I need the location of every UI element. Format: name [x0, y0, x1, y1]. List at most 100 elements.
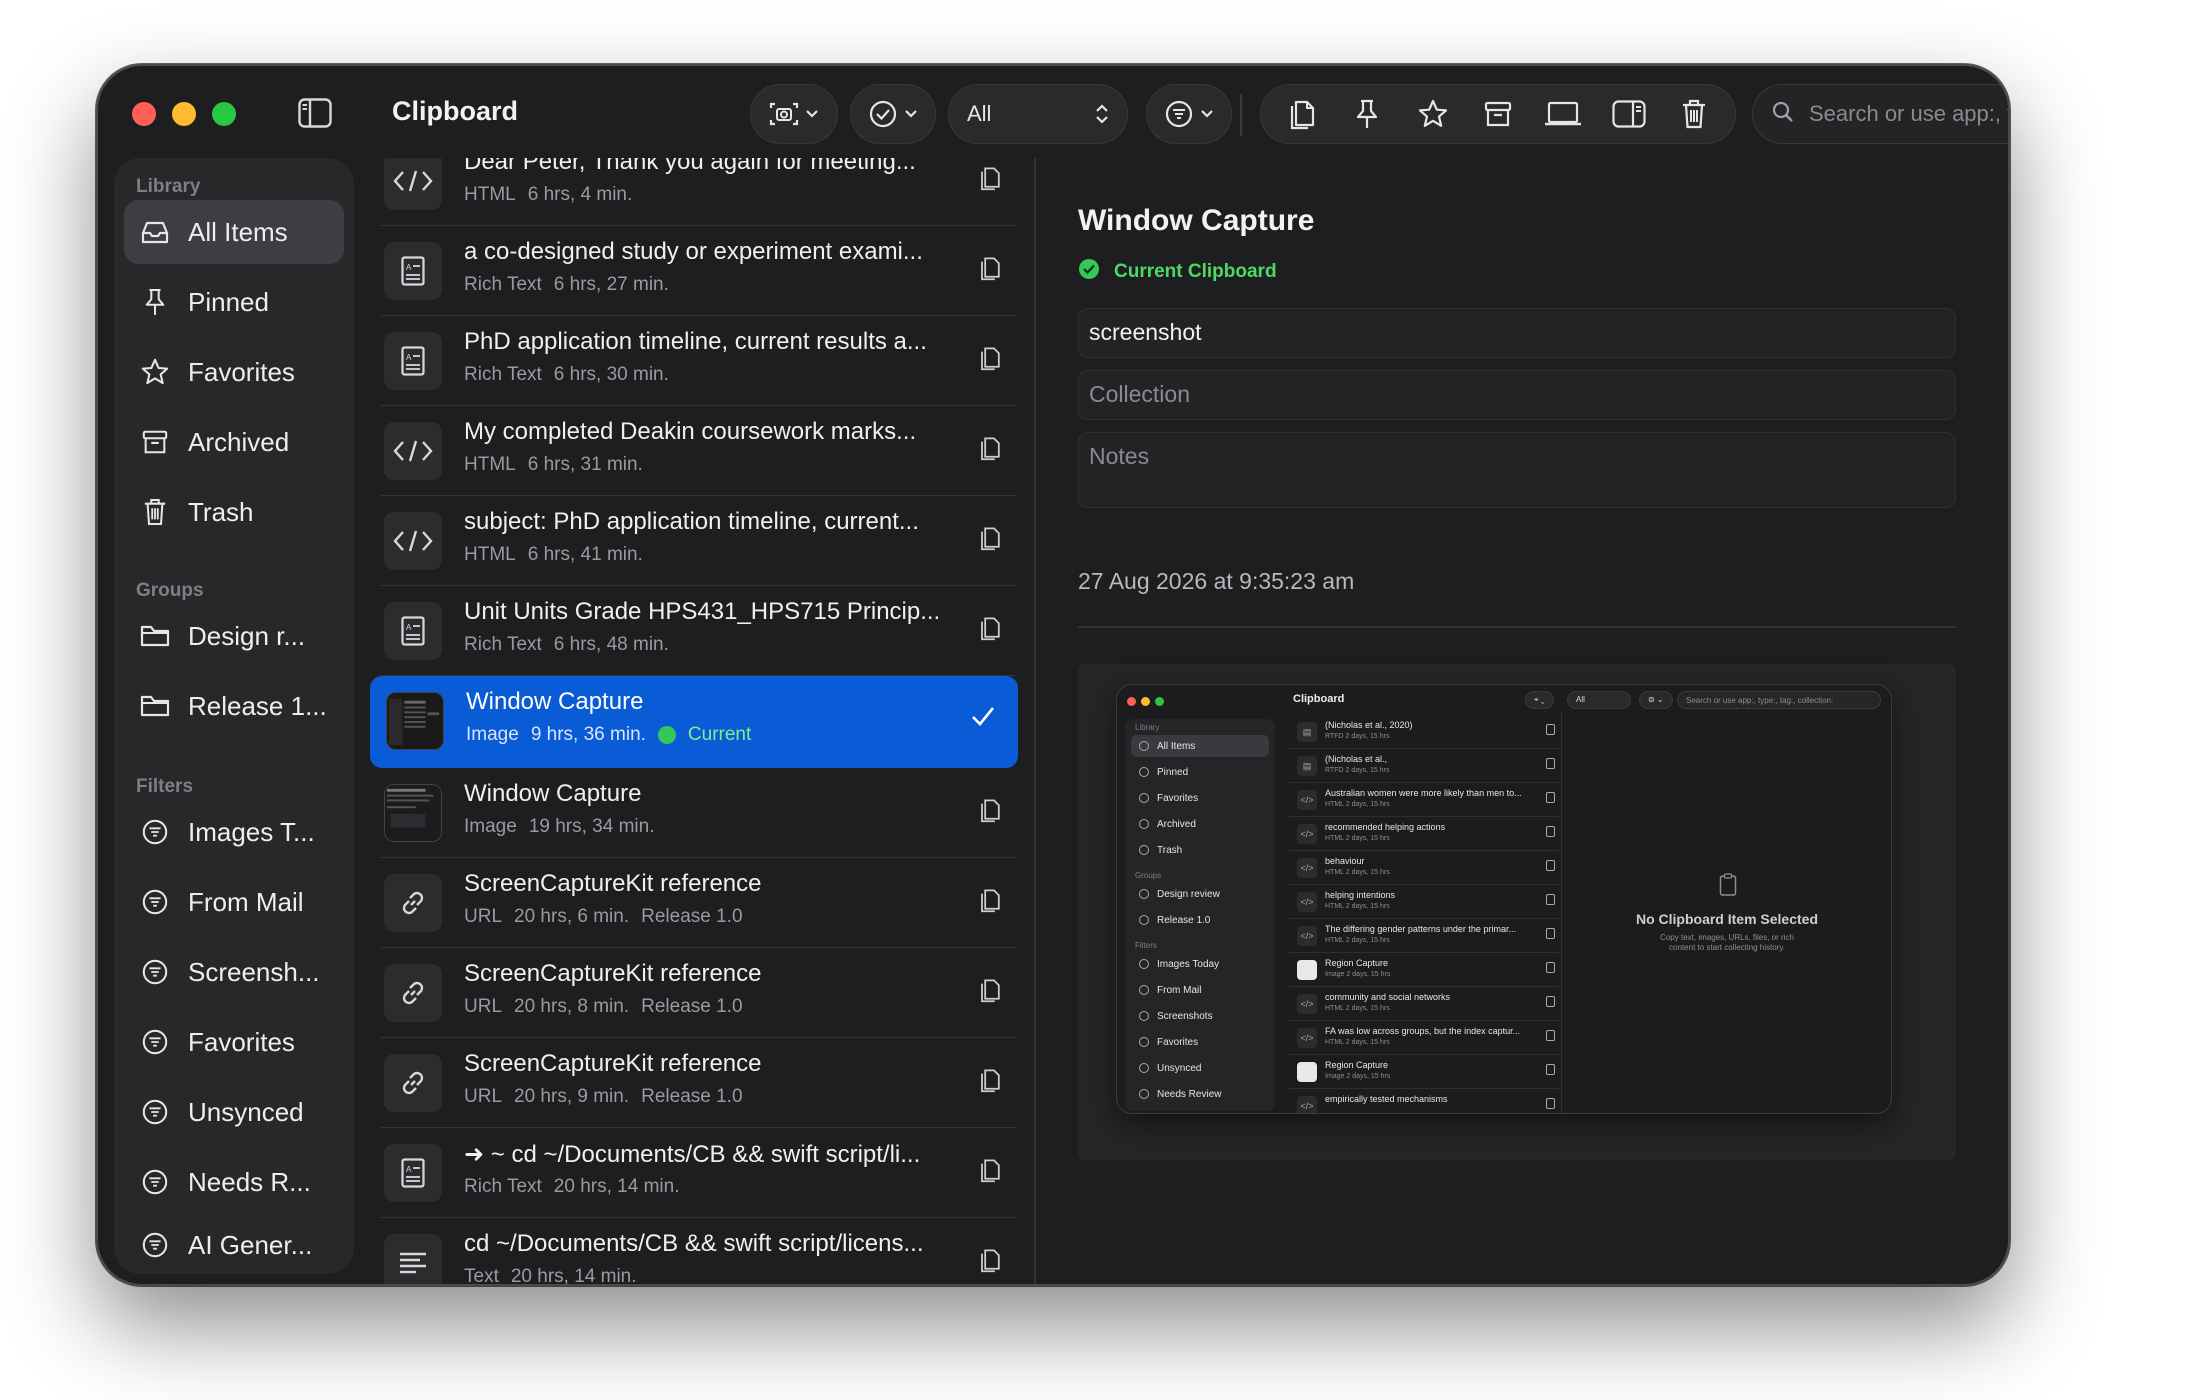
- sidebar-item-group-release[interactable]: Release 1...: [124, 674, 344, 738]
- list-item[interactable]: A PhD application timeline, current resu…: [368, 316, 1028, 406]
- item-type: Image: [466, 724, 519, 745]
- preview-list-item: </> behaviour HTML 2 days, 15 hrs: [1289, 851, 1559, 885]
- sidebar-item-group-design[interactable]: Design r...: [124, 604, 344, 668]
- copy-icon[interactable]: [978, 1066, 1008, 1100]
- chevron-down-icon: [904, 109, 918, 119]
- created-date: 27 Aug 2026 at 9:35:23 am: [1078, 568, 1355, 594]
- filter-circle-icon: [1164, 99, 1194, 129]
- preview-sidebar-item: Favorites: [1131, 787, 1269, 809]
- tags-field[interactable]: screenshot: [1078, 308, 1956, 358]
- sidebar-item-pinned[interactable]: Pinned: [124, 270, 344, 334]
- item-age: 6 hrs, 4 min.: [527, 184, 633, 205]
- sidebar-item-label: AI Gener...: [188, 1229, 313, 1260]
- link-icon: [384, 874, 442, 932]
- folder-icon: [140, 691, 170, 721]
- copy-icon[interactable]: [978, 524, 1008, 558]
- inspector-toggle-icon[interactable]: [1603, 88, 1655, 140]
- sidebar-item-filter-favorites[interactable]: Favorites: [124, 1010, 344, 1074]
- preview-sidebar-item: From Mail: [1131, 979, 1269, 1001]
- trash-icon: [140, 497, 170, 527]
- list-item[interactable]: A Unit Units Grade HPS431_HPS715 Princip…: [368, 586, 1028, 676]
- collection-field[interactable]: Collection: [1078, 370, 1956, 420]
- copy-icon[interactable]: [978, 1246, 1008, 1280]
- item-group: Release 1.0: [641, 1086, 743, 1107]
- filter-menu-button[interactable]: [1146, 84, 1232, 144]
- sidebar-item-archived[interactable]: Archived: [124, 410, 344, 474]
- sidebar-item-label: All Items: [188, 216, 288, 247]
- copy-icon[interactable]: [978, 434, 1008, 468]
- sidebar-item-trash[interactable]: Trash: [124, 480, 344, 544]
- rich-text-doc-icon: A: [384, 332, 442, 390]
- sidebar-item-filter-ai-generated[interactable]: AI Gener...: [124, 1220, 344, 1270]
- zoom-window-button[interactable]: [212, 102, 236, 126]
- status-filter-button[interactable]: [850, 84, 936, 144]
- copy-icon[interactable]: [978, 614, 1008, 648]
- archive-box-icon[interactable]: [1472, 88, 1524, 140]
- sidebar-item-filter-needs-review[interactable]: Needs R...: [124, 1150, 344, 1214]
- list-item[interactable]: cd ~/Documents/CB && swift script/licens…: [368, 1218, 1028, 1286]
- copy-icon[interactable]: [978, 164, 1008, 198]
- item-age: 20 hrs, 14 min.: [510, 1266, 637, 1286]
- item-type: HTML: [464, 184, 516, 205]
- sidebar-item-filter-unsynced[interactable]: Unsynced: [124, 1080, 344, 1144]
- list-item-selected[interactable]: Window Capture Image 9 hrs, 36 min. Curr…: [370, 676, 1018, 768]
- list-item[interactable]: ScreenCaptureKit reference URL 20 hrs, 8 …: [368, 948, 1028, 1038]
- sidebar-item-label: Trash: [188, 496, 254, 527]
- item-group: Release 1.0: [641, 996, 743, 1017]
- item-type: URL: [464, 996, 503, 1017]
- svg-text:A: A: [406, 623, 412, 632]
- preview-sidebar-item: Screenshots: [1131, 1005, 1269, 1027]
- search-input[interactable]: [1809, 101, 2008, 127]
- item-title: Window Capture: [464, 780, 642, 807]
- item-age: 6 hrs, 48 min.: [553, 634, 669, 655]
- sidebar-item-filter-mail[interactable]: From Mail: [124, 870, 344, 934]
- list-item[interactable]: A ➜ ~ cd ~/Documents/CB && swift script/…: [368, 1128, 1028, 1218]
- preview-sidebar-item: Design review: [1131, 883, 1269, 905]
- checkmark-circle-icon: [868, 99, 898, 129]
- minimize-window-button[interactable]: [172, 102, 196, 126]
- list-item[interactable]: subject: PhD application timeline, curre…: [368, 496, 1028, 586]
- list-item[interactable]: ScreenCaptureKit reference URL 20 hrs, 9 …: [368, 1038, 1028, 1128]
- preview-sidebar-item: Trash: [1131, 839, 1269, 861]
- list-item[interactable]: Dear Peter, Thank you again for meeting.…: [368, 158, 1028, 226]
- rich-text-doc-icon: A: [384, 1144, 442, 1202]
- capture-menu-button[interactable]: [750, 84, 838, 144]
- close-window-button[interactable]: [132, 102, 156, 126]
- list-item[interactable]: Window Capture Image 19 hrs, 34 min.: [368, 768, 1028, 858]
- copy-icon[interactable]: [978, 886, 1008, 920]
- copy-icon[interactable]: [978, 254, 1008, 288]
- preview-screenshot: Clipboard ⌖ ⌄ All ⊜ ⌄ Search or use app:…: [1116, 684, 1892, 1114]
- text-lines-icon: [384, 1234, 442, 1284]
- sidebar-item-filter-images[interactable]: Images T...: [124, 800, 344, 864]
- sidebar-item-favorites[interactable]: Favorites: [124, 340, 344, 404]
- type-filter-select[interactable]: All: [948, 84, 1128, 144]
- sidebar-toggle-icon[interactable]: [298, 98, 332, 128]
- laptop-icon[interactable]: [1537, 88, 1589, 140]
- pin-icon[interactable]: [1341, 88, 1393, 140]
- item-age: 20 hrs, 9 min.: [514, 1086, 630, 1107]
- copy-icon[interactable]: [978, 344, 1008, 378]
- list-item[interactable]: ScreenCaptureKit reference URL 20 hrs, 6 …: [368, 858, 1028, 948]
- code-icon: [384, 158, 442, 210]
- search-field[interactable]: [1752, 84, 2008, 144]
- trash-icon[interactable]: [1668, 88, 1720, 140]
- list-item[interactable]: My completed Deakin coursework marks... …: [368, 406, 1028, 496]
- sidebar-item-all-items[interactable]: All Items: [124, 200, 344, 264]
- copy-icon[interactable]: [978, 796, 1008, 830]
- sidebar-item-filter-screenshots[interactable]: Screensh...: [124, 940, 344, 1004]
- notes-field[interactable]: Notes: [1078, 432, 1956, 508]
- copy-icon[interactable]: [978, 976, 1008, 1010]
- link-icon: [384, 1054, 442, 1112]
- list-detail-divider: [1034, 158, 1036, 1284]
- library-section-label: Library: [136, 176, 201, 197]
- rich-text-doc-icon: A: [384, 242, 442, 300]
- item-type: Text: [464, 1266, 499, 1286]
- list-item[interactable]: A a co-designed study or experiment exam…: [368, 226, 1028, 316]
- star-icon[interactable]: [1407, 88, 1459, 140]
- preview-list-item: Region Capture Image 2 days, 15 hrs: [1289, 1055, 1559, 1089]
- item-title: ➜ ~ cd ~/Documents/CB && swift script/li…: [464, 1141, 921, 1168]
- copy-icon[interactable]: [978, 1156, 1008, 1190]
- preview-sidebar-item: Archived: [1131, 813, 1269, 835]
- tray-icon: [140, 217, 170, 247]
- copy-icon[interactable]: [1276, 88, 1328, 140]
